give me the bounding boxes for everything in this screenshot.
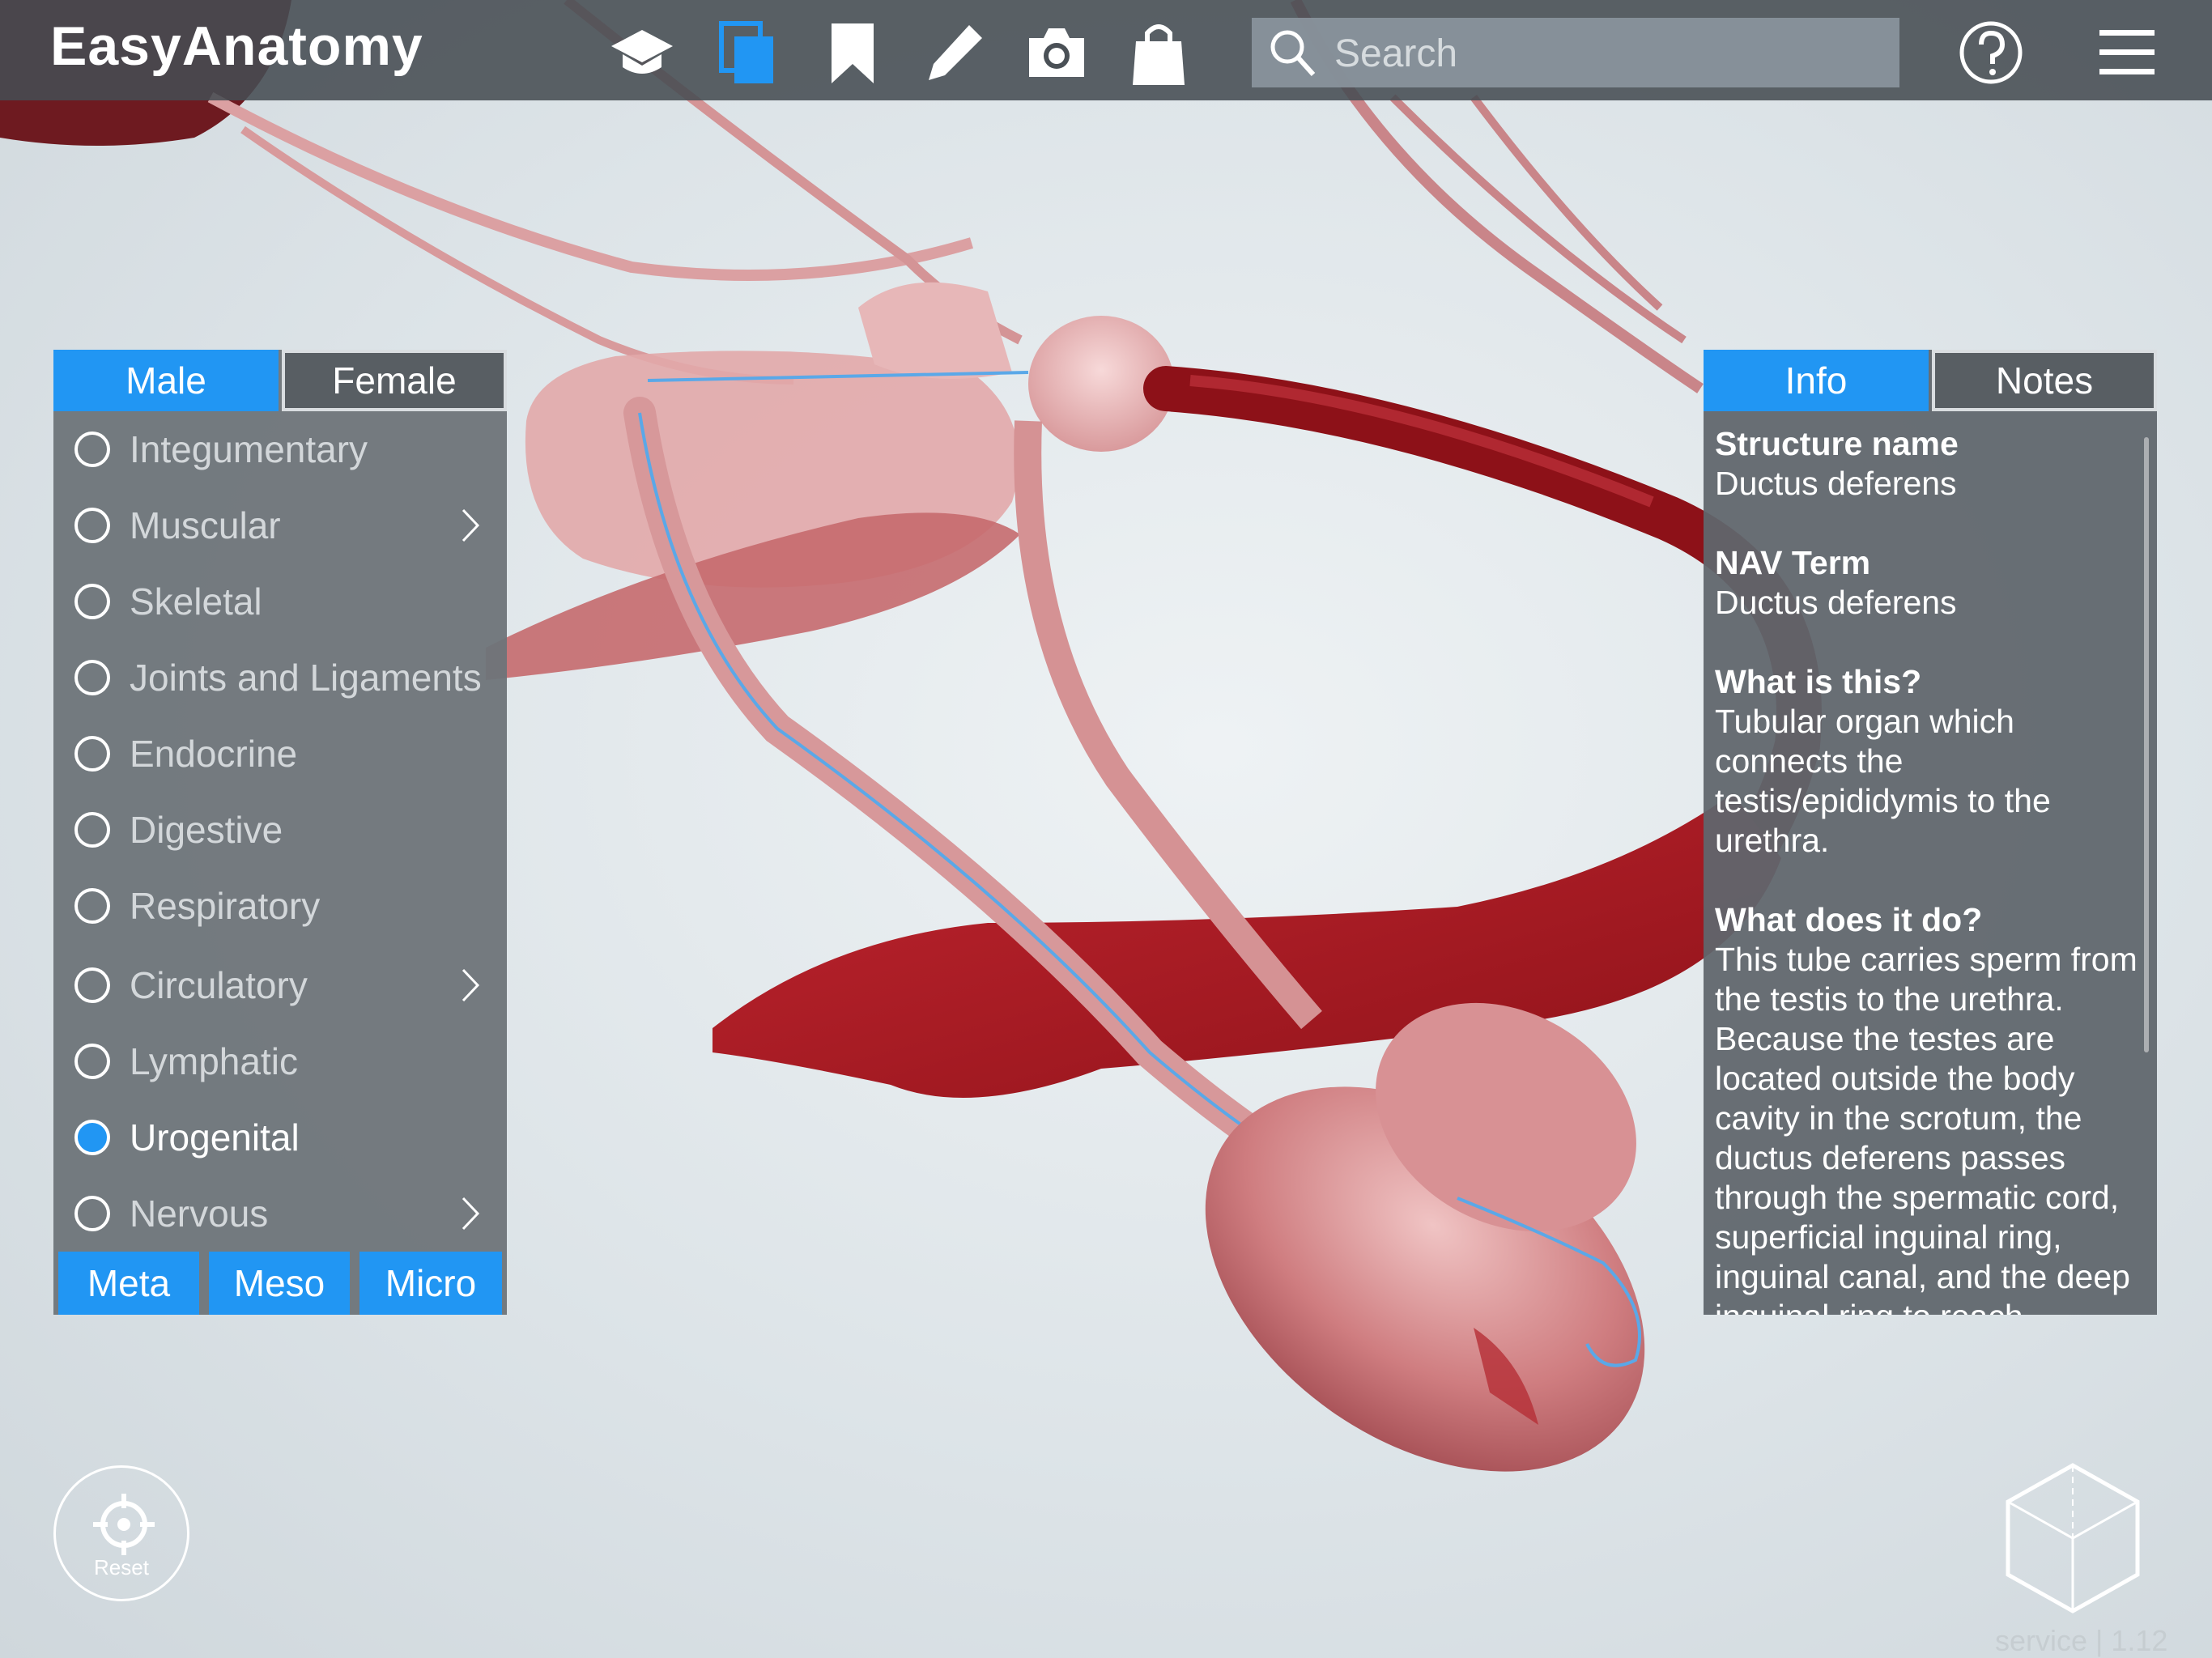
system-item-nervous[interactable]: Nervous [53,1179,507,1252]
info-heading: What does it do? [1715,901,1983,938]
system-item-respiratory[interactable]: Respiratory [53,871,507,944]
radio-button[interactable] [74,888,110,924]
reset-view-button[interactable]: Reset [53,1465,189,1601]
tab-male[interactable]: Male [53,350,279,411]
system-item-urogenital[interactable]: Urogenital [53,1103,507,1175]
system-label: Skeletal [130,580,262,623]
radio-button[interactable] [74,1044,110,1079]
tab-notes[interactable]: Notes [1932,350,2157,411]
system-item-endocrine[interactable]: Endocrine [53,719,507,792]
search-bar[interactable] [1252,18,1899,87]
system-item-muscular[interactable]: Muscular [53,491,507,563]
level-meta-button[interactable]: Meta [58,1252,199,1315]
app-title: EasyAnatomy [50,15,423,77]
system-item-skeletal[interactable]: Skeletal [53,567,507,640]
shopping-bag-icon[interactable] [1122,16,1195,89]
radio-button[interactable] [74,584,110,619]
search-input[interactable] [1333,24,1887,83]
view-cube-icon[interactable] [2000,1457,2146,1619]
system-label: Lymphatic [130,1040,298,1082]
info-heading: What is this? [1715,663,1922,700]
radio-button[interactable] [74,812,110,848]
info-scrollbar[interactable] [2144,437,2149,1052]
chevron-right-icon[interactable] [458,967,483,1004]
system-label: Joints and Ligaments [130,657,482,699]
search-icon [1270,30,1316,77]
level-meso-button[interactable]: Meso [209,1252,350,1315]
graduation-cap-icon[interactable] [606,16,678,89]
chevron-right-icon[interactable] [458,1195,483,1232]
info-heading: Structure name [1715,425,1959,462]
system-item-lymphatic[interactable]: Lymphatic [53,1027,507,1099]
level-micro-button[interactable]: Micro [359,1252,502,1315]
info-text: Ductus deferens [1715,584,1957,621]
camera-icon[interactable] [1020,16,1093,89]
system-item-circulatory[interactable]: Circulatory [53,950,507,1023]
tab-female[interactable]: Female [282,350,507,411]
copy-layers-icon[interactable] [711,16,784,89]
system-label: Circulatory [130,964,308,1006]
bookmark-icon[interactable] [816,16,889,89]
system-label: Urogenital [130,1116,300,1158]
top-toolbar: EasyAnatomy [0,0,2212,100]
help-icon[interactable] [1955,16,2027,89]
radio-button[interactable] [74,736,110,772]
info-text: Ductus deferens [1715,465,1957,502]
reset-label: Reset [94,1555,149,1579]
radio-button[interactable] [74,1196,110,1231]
body-systems-panel: Male Female Integumentary Muscular Skele… [53,350,507,1315]
info-text: Tubular organ which connects the testis/… [1715,703,2051,859]
system-label: Nervous [130,1192,269,1235]
system-label: Muscular [130,504,281,546]
system-item-joints-and-ligaments[interactable]: Joints and Ligaments [53,643,507,716]
version-label: service | 1.12 [1995,1624,2168,1657]
system-item-digestive[interactable]: Digestive [53,795,507,868]
system-label: Respiratory [130,885,321,927]
info-text: This tube carries sperm from the testis … [1715,941,2138,1315]
radio-button[interactable] [74,660,110,695]
system-item-integumentary[interactable]: Integumentary [53,414,507,487]
radio-button[interactable] [74,508,110,543]
crosshair-icon [93,1494,155,1555]
pencil-icon[interactable] [918,16,991,89]
system-label: Endocrine [130,733,298,775]
tab-info[interactable]: Info [1704,350,1929,411]
chevron-right-icon[interactable] [458,507,483,544]
info-content[interactable]: Structure name Ductus deferens NAV Term … [1715,424,2144,1315]
radio-button-selected[interactable] [74,1120,110,1155]
system-label: Digestive [130,809,283,851]
info-heading: NAV Term [1715,544,1871,581]
radio-button[interactable] [74,967,110,1003]
menu-icon[interactable] [2091,16,2163,89]
radio-button[interactable] [74,432,110,467]
system-label: Integumentary [130,428,368,470]
structure-info-panel: Info Notes Structure name Ductus deferen… [1704,350,2157,1315]
